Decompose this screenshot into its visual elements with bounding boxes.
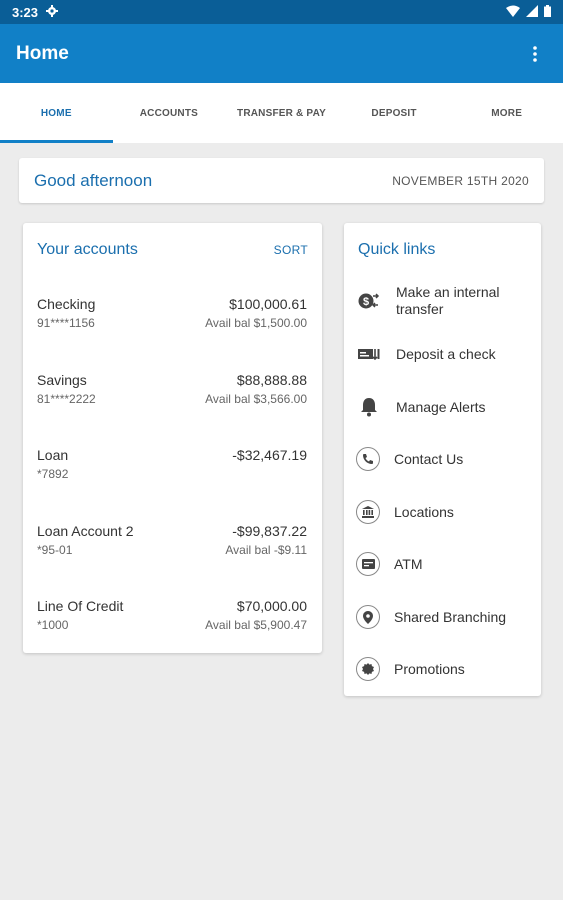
quick-link-label: Locations [394, 503, 454, 520]
bell-icon [356, 394, 382, 420]
battery-icon [544, 4, 551, 20]
quick-link-manage-alerts[interactable]: Manage Alerts [356, 387, 531, 427]
tab-accounts[interactable]: ACCOUNTS [113, 83, 226, 143]
status-time: 3:23 [12, 4, 39, 20]
quick-links-card: Quick links $ Make an internal transfer … [344, 223, 541, 696]
account-number: *95-01 [37, 543, 73, 557]
quick-link-contact-us[interactable]: Contact Us [356, 439, 531, 479]
app-bar: Home [0, 24, 563, 83]
account-row-loan-account-2[interactable]: Loan Account 2 *95-01 -$99,837.22 Avail … [37, 523, 307, 565]
account-available-balance: Avail bal -$9.11 [225, 543, 307, 557]
account-balance: -$32,467.19 [232, 447, 307, 463]
page-title: Home [16, 42, 69, 64]
overflow-menu-icon[interactable] [523, 42, 547, 66]
account-balance: $70,000.00 [236, 598, 307, 614]
account-balance: $88,888.88 [236, 372, 307, 388]
atm-icon [356, 552, 380, 576]
quick-links-title: Quick links [358, 241, 436, 258]
promotions-icon [356, 657, 380, 681]
accounts-title: Your accounts [37, 241, 138, 258]
quick-link-shared-branching[interactable]: Shared Branching [356, 597, 531, 637]
quick-link-promotions[interactable]: Promotions [356, 649, 531, 689]
account-name: Savings [37, 372, 87, 388]
quick-link-label: Contact Us [394, 450, 464, 467]
account-row-loan[interactable]: Loan *7892 -$32,467.19 [37, 447, 307, 489]
tab-transfer-pay[interactable]: TRANSFER & PAY [225, 83, 338, 143]
quick-link-internal-transfer[interactable]: $ Make an internal transfer [356, 281, 531, 321]
settings-gear-icon [46, 4, 59, 20]
wifi-icon [506, 5, 520, 20]
sort-button[interactable]: SORT [274, 243, 308, 257]
accounts-header: Your accounts SORT [23, 223, 322, 277]
quick-link-label: Make an internal transfer [396, 284, 500, 317]
account-row-line-of-credit[interactable]: Line Of Credit *1000 $70,000.00 Avail ba… [37, 598, 307, 640]
account-name: Loan [37, 447, 69, 463]
account-balance: -$99,837.22 [232, 523, 307, 539]
quick-link-label: Deposit a check [396, 345, 496, 362]
account-name: Checking [37, 296, 96, 312]
account-available-balance: Avail bal $1,500.00 [205, 316, 307, 330]
quick-link-label: Shared Branching [394, 608, 507, 625]
account-row-checking[interactable]: Checking 91****1156 $100,000.61 Avail ba… [37, 296, 307, 338]
cellular-icon [526, 4, 538, 20]
status-bar: 3:23 [0, 0, 563, 24]
tab-bar: HOME ACCOUNTS TRANSFER & PAY DEPOSIT MOR… [0, 83, 563, 143]
account-name: Line Of Credit [37, 598, 124, 614]
quick-link-label: ATM [394, 555, 423, 572]
svg-text:$: $ [363, 296, 369, 308]
greeting-card: Good afternoon NOVEMBER 15TH 2020 [19, 158, 544, 203]
tab-home[interactable]: HOME [0, 83, 113, 143]
quick-link-label: Promotions [394, 660, 465, 677]
quick-link-locations[interactable]: Locations [356, 492, 531, 532]
location-pin-icon [356, 605, 380, 629]
account-available-balance: Avail bal $5,900.47 [205, 618, 307, 632]
account-available-balance: Avail bal $3,566.00 [205, 392, 307, 406]
check-deposit-icon [356, 341, 382, 367]
account-number: *7892 [37, 467, 69, 481]
account-number: 91****1156 [37, 316, 95, 330]
tab-more[interactable]: MORE [450, 83, 563, 143]
quick-links-header: Quick links [344, 223, 541, 277]
quick-link-label: Manage Alerts [396, 398, 486, 415]
accounts-card: Your accounts SORT Checking 91****1156 $… [23, 223, 322, 653]
account-row-savings[interactable]: Savings 81****2222 $88,888.88 Avail bal … [37, 372, 307, 414]
transfer-icon: $ [356, 288, 382, 314]
quick-link-atm[interactable]: ATM [356, 544, 531, 584]
tab-deposit[interactable]: DEPOSIT [338, 83, 451, 143]
account-name: Loan Account 2 [37, 523, 134, 539]
greeting-date: NOVEMBER 15TH 2020 [392, 173, 529, 188]
quick-link-deposit-check[interactable]: Deposit a check [356, 334, 531, 374]
account-number: *1000 [37, 618, 69, 632]
account-number: 81****2222 [37, 392, 96, 406]
bank-icon [356, 500, 380, 524]
greeting-text: Good afternoon [34, 170, 153, 190]
account-balance: $100,000.61 [229, 296, 307, 312]
phone-icon [356, 447, 380, 471]
